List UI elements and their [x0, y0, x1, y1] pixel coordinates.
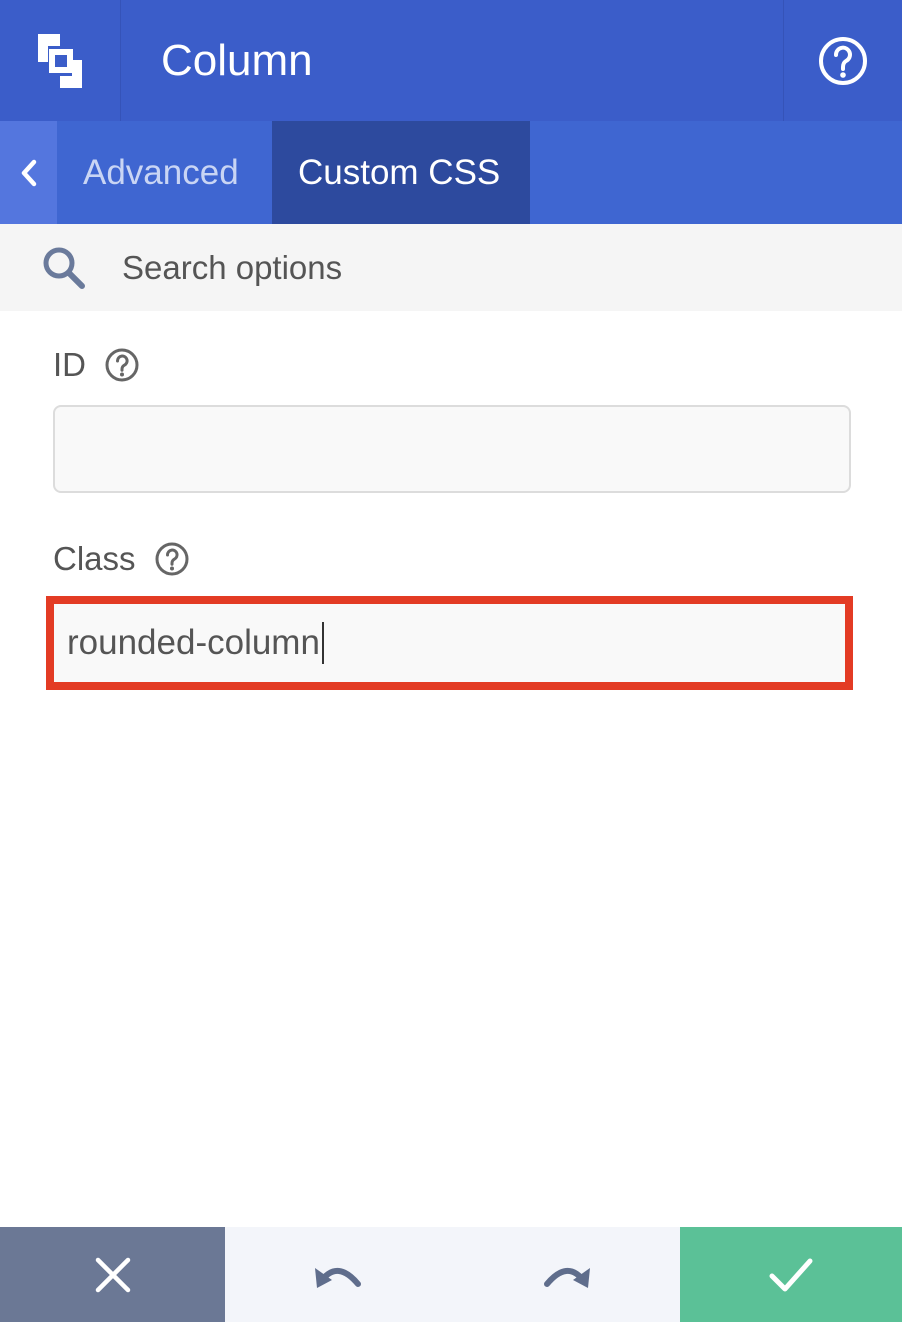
tab-advanced[interactable]: Advanced	[57, 121, 272, 224]
back-button[interactable]	[0, 121, 57, 224]
text-caret	[321, 622, 324, 664]
search-icon	[43, 247, 85, 289]
class-label-row: Class	[53, 540, 190, 578]
help-button[interactable]	[783, 0, 902, 121]
save-button[interactable]	[680, 1227, 902, 1322]
class-label: Class	[53, 540, 136, 577]
panel-title: Column	[161, 35, 313, 85]
help-circle-icon[interactable]	[104, 347, 140, 383]
chevron-left-icon	[21, 159, 36, 186]
close-icon	[95, 1257, 130, 1292]
logo-button[interactable]	[0, 0, 121, 121]
cancel-button[interactable]	[0, 1227, 225, 1322]
id-label: ID	[53, 346, 86, 383]
undo-icon	[314, 1267, 361, 1288]
redo-button[interactable]	[453, 1227, 681, 1322]
panel-header: Column	[0, 0, 902, 121]
undo-button[interactable]	[225, 1227, 453, 1322]
class-input-value: rounded-column	[67, 623, 320, 662]
id-input[interactable]	[53, 405, 851, 493]
id-label-row: ID	[53, 346, 140, 384]
check-icon	[769, 1258, 813, 1291]
tab-custom-css[interactable]: Custom CSS	[272, 121, 530, 224]
tab-bar: Advanced Custom CSS	[0, 121, 902, 224]
search-input[interactable]	[122, 248, 822, 287]
help-circle-icon[interactable]	[154, 541, 190, 577]
redo-icon	[544, 1267, 591, 1288]
help-circle-icon	[819, 36, 867, 85]
class-input[interactable]: rounded-column	[67, 622, 324, 664]
action-bar	[0, 1227, 902, 1322]
builder-logo-icon	[38, 33, 82, 88]
search-bar	[0, 224, 902, 311]
